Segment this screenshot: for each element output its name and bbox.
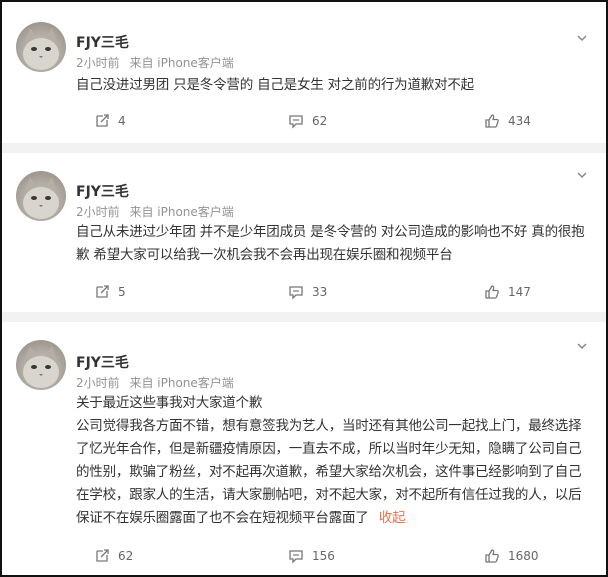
comment-line: 在学校，跟家人的生活，请大家删帖吧，对不起大家，对不起所有信任过我的人，以后 <box>76 487 582 503</box>
comment-line-text: 保证不在娱乐圈露面了也不会在短视频平台露面了 <box>76 510 369 526</box>
comment-line: 歉 希望大家可以给我一次机会我不会再出现在娱乐圈和视频平台 <box>76 247 453 263</box>
like-count: 434 <box>508 114 531 128</box>
comment-line: 了忆光年合作，但是新疆疫情原因，一直去不成，所以当时年少无知，隐瞒了公司自己 <box>76 441 582 457</box>
repost-button[interactable]: 62 <box>94 548 133 564</box>
chevron-down-icon[interactable] <box>576 32 588 44</box>
repost-button[interactable]: 5 <box>94 284 126 300</box>
repost-button[interactable]: 4 <box>94 113 126 129</box>
comment-count: 62 <box>312 114 328 128</box>
repost-count: 5 <box>118 285 126 299</box>
comment-button[interactable]: 156 <box>288 548 335 564</box>
action-bar: 4 62 434 <box>76 113 596 133</box>
source-label: 来自 iPhone客户端 <box>129 376 234 390</box>
comment-icon <box>289 286 303 300</box>
thumbs-up-icon <box>485 549 499 563</box>
like-button[interactable]: 434 <box>484 113 531 129</box>
action-bar: 5 33 147 <box>76 284 596 304</box>
separator <box>2 312 606 322</box>
comment-meta: 2小时前 来自 iPhone客户端 <box>76 203 234 220</box>
comment-line: 关于最近这些事我对大家道个歉 <box>76 395 263 411</box>
comment-meta: 2小时前 来自 iPhone客户端 <box>76 374 234 391</box>
avatar[interactable] <box>16 171 66 221</box>
comment-line: 自己从未进过少年团 并不是少年团成员 是冬令营的 对公司造成的影响也不好 真的很… <box>76 224 585 240</box>
repost-icon <box>96 114 109 127</box>
avatar[interactable] <box>16 22 66 72</box>
source-label: 来自 iPhone客户端 <box>129 205 234 219</box>
collapse-link[interactable]: 收起 <box>379 510 406 526</box>
comment-line: 保证不在娱乐圈露面了也不会在短视频平台露面了 收起 <box>76 507 596 530</box>
comment-line: 自己没进过男团 只是冬令营的 自己是女生 对之前的行为道歉对不起 <box>76 77 474 93</box>
comment-card: FJY三毛 2小时前 来自 iPhone客户端 自己从未进过少年团 并不是少年团… <box>2 153 606 312</box>
repost-icon <box>96 549 109 562</box>
comment-count: 156 <box>312 549 335 563</box>
chevron-down-icon[interactable] <box>576 340 588 352</box>
like-count: 147 <box>508 285 531 299</box>
comment-text: 自己从未进过少年团 并不是少年团成员 是冬令营的 对公司造成的影响也不好 真的很… <box>76 221 596 267</box>
chevron-down-icon[interactable] <box>576 169 588 181</box>
timestamp: 2小时前 <box>76 205 120 219</box>
author-name[interactable]: FJY三毛 <box>76 181 129 201</box>
thumbs-up-icon <box>485 285 499 299</box>
thumbs-up-icon <box>485 114 499 128</box>
comment-line: 公司觉得我各方面不错，想有意签我为艺人，当时还有其他公司一起找上门，最终选择 <box>76 418 582 434</box>
action-bar: 62 156 1680 <box>76 548 596 568</box>
repost-icon <box>96 285 109 298</box>
comment-count: 33 <box>312 285 328 299</box>
timestamp: 2小时前 <box>76 56 120 70</box>
comment-button[interactable]: 33 <box>288 284 327 300</box>
like-button[interactable]: 1680 <box>484 548 539 564</box>
source-label: 来自 iPhone客户端 <box>129 56 234 70</box>
comment-button[interactable]: 62 <box>288 113 327 129</box>
author-name[interactable]: FJY三毛 <box>76 32 129 52</box>
timestamp: 2小时前 <box>76 376 120 390</box>
comment-icon <box>289 115 303 129</box>
like-button[interactable]: 147 <box>484 284 531 300</box>
comment-card: FJY三毛 2小时前 来自 iPhone客户端 自己没进过男团 只是冬令营的 自… <box>2 2 606 143</box>
separator <box>2 143 606 153</box>
repost-count: 62 <box>118 549 134 563</box>
comment-line: 的性别，欺骗了粉丝，对不起再次道歉，希望大家给次机会，这件事已经影响到了自己 <box>76 464 582 480</box>
comment-text: 关于最近这些事我对大家道个歉 公司觉得我各方面不错，想有意签我为艺人，当时还有其… <box>76 392 596 530</box>
avatar[interactable] <box>16 340 66 390</box>
like-count: 1680 <box>508 549 539 563</box>
comment-meta: 2小时前 来自 iPhone客户端 <box>76 54 234 71</box>
author-name[interactable]: FJY三毛 <box>76 352 129 372</box>
comment-card: FJY三毛 2小时前 来自 iPhone客户端 关于最近这些事我对大家道个歉 公… <box>2 322 606 575</box>
repost-count: 4 <box>118 114 126 128</box>
comment-icon <box>289 550 303 564</box>
comment-text: 自己没进过男团 只是冬令营的 自己是女生 对之前的行为道歉对不起 <box>76 74 596 97</box>
